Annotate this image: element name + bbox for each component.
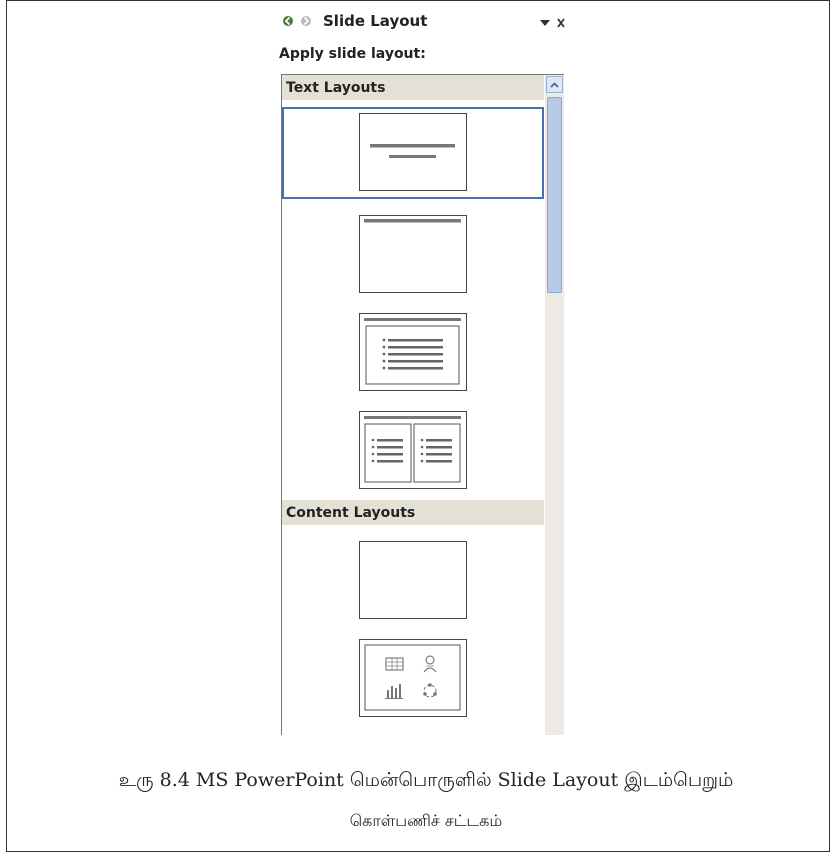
layout-title-only[interactable] [282, 209, 544, 301]
figure-caption-line1: உரு 8.4 MS PowerPoint மென்பொருளில் Slide… [118, 769, 734, 791]
layout-thumbnail [359, 411, 467, 489]
task-pane-title: Slide Layout [323, 12, 428, 30]
scroll-thumb[interactable] [547, 97, 562, 293]
layout-thumbnail [359, 313, 467, 391]
layout-thumbnail [359, 215, 467, 293]
clip-art-icon [423, 655, 437, 673]
layout-thumbnail [359, 541, 467, 619]
figure-frame: Slide Layout Apply slide layout: Text La… [6, 0, 830, 852]
apply-slide-layout-label: Apply slide layout: [279, 46, 426, 62]
scroll-up-icon[interactable] [546, 76, 563, 93]
group-header-content-layouts: Content Layouts [282, 500, 544, 525]
forward-arrow-icon[interactable] [299, 14, 313, 28]
vertical-scrollbar[interactable] [545, 75, 564, 735]
table-icon [385, 657, 404, 671]
layout-thumbnail [359, 639, 467, 717]
layout-title-slide[interactable] [282, 107, 544, 199]
layout-thumbnail [359, 113, 467, 191]
diagram-icon [423, 683, 437, 698]
figure-caption-line2: கொள்பணிச் சட்டகம் [349, 811, 503, 830]
layout-list[interactable]: Text Layouts Content Layouts [281, 74, 564, 735]
close-icon[interactable] [557, 13, 565, 32]
dropdown-arrow-icon[interactable] [539, 13, 551, 32]
task-pane-titlebar: Slide Layout [277, 9, 565, 33]
layout-title-and-text[interactable] [282, 307, 544, 399]
layout-title-two-column-text[interactable] [282, 405, 544, 497]
chart-icon [385, 684, 403, 699]
slide-layout-task-pane: Slide Layout Apply slide layout: Text La… [277, 9, 565, 735]
back-arrow-icon[interactable] [281, 14, 295, 28]
layout-content[interactable] [282, 633, 544, 725]
group-header-text-layouts: Text Layouts [282, 75, 544, 100]
layout-blank[interactable] [282, 535, 544, 627]
